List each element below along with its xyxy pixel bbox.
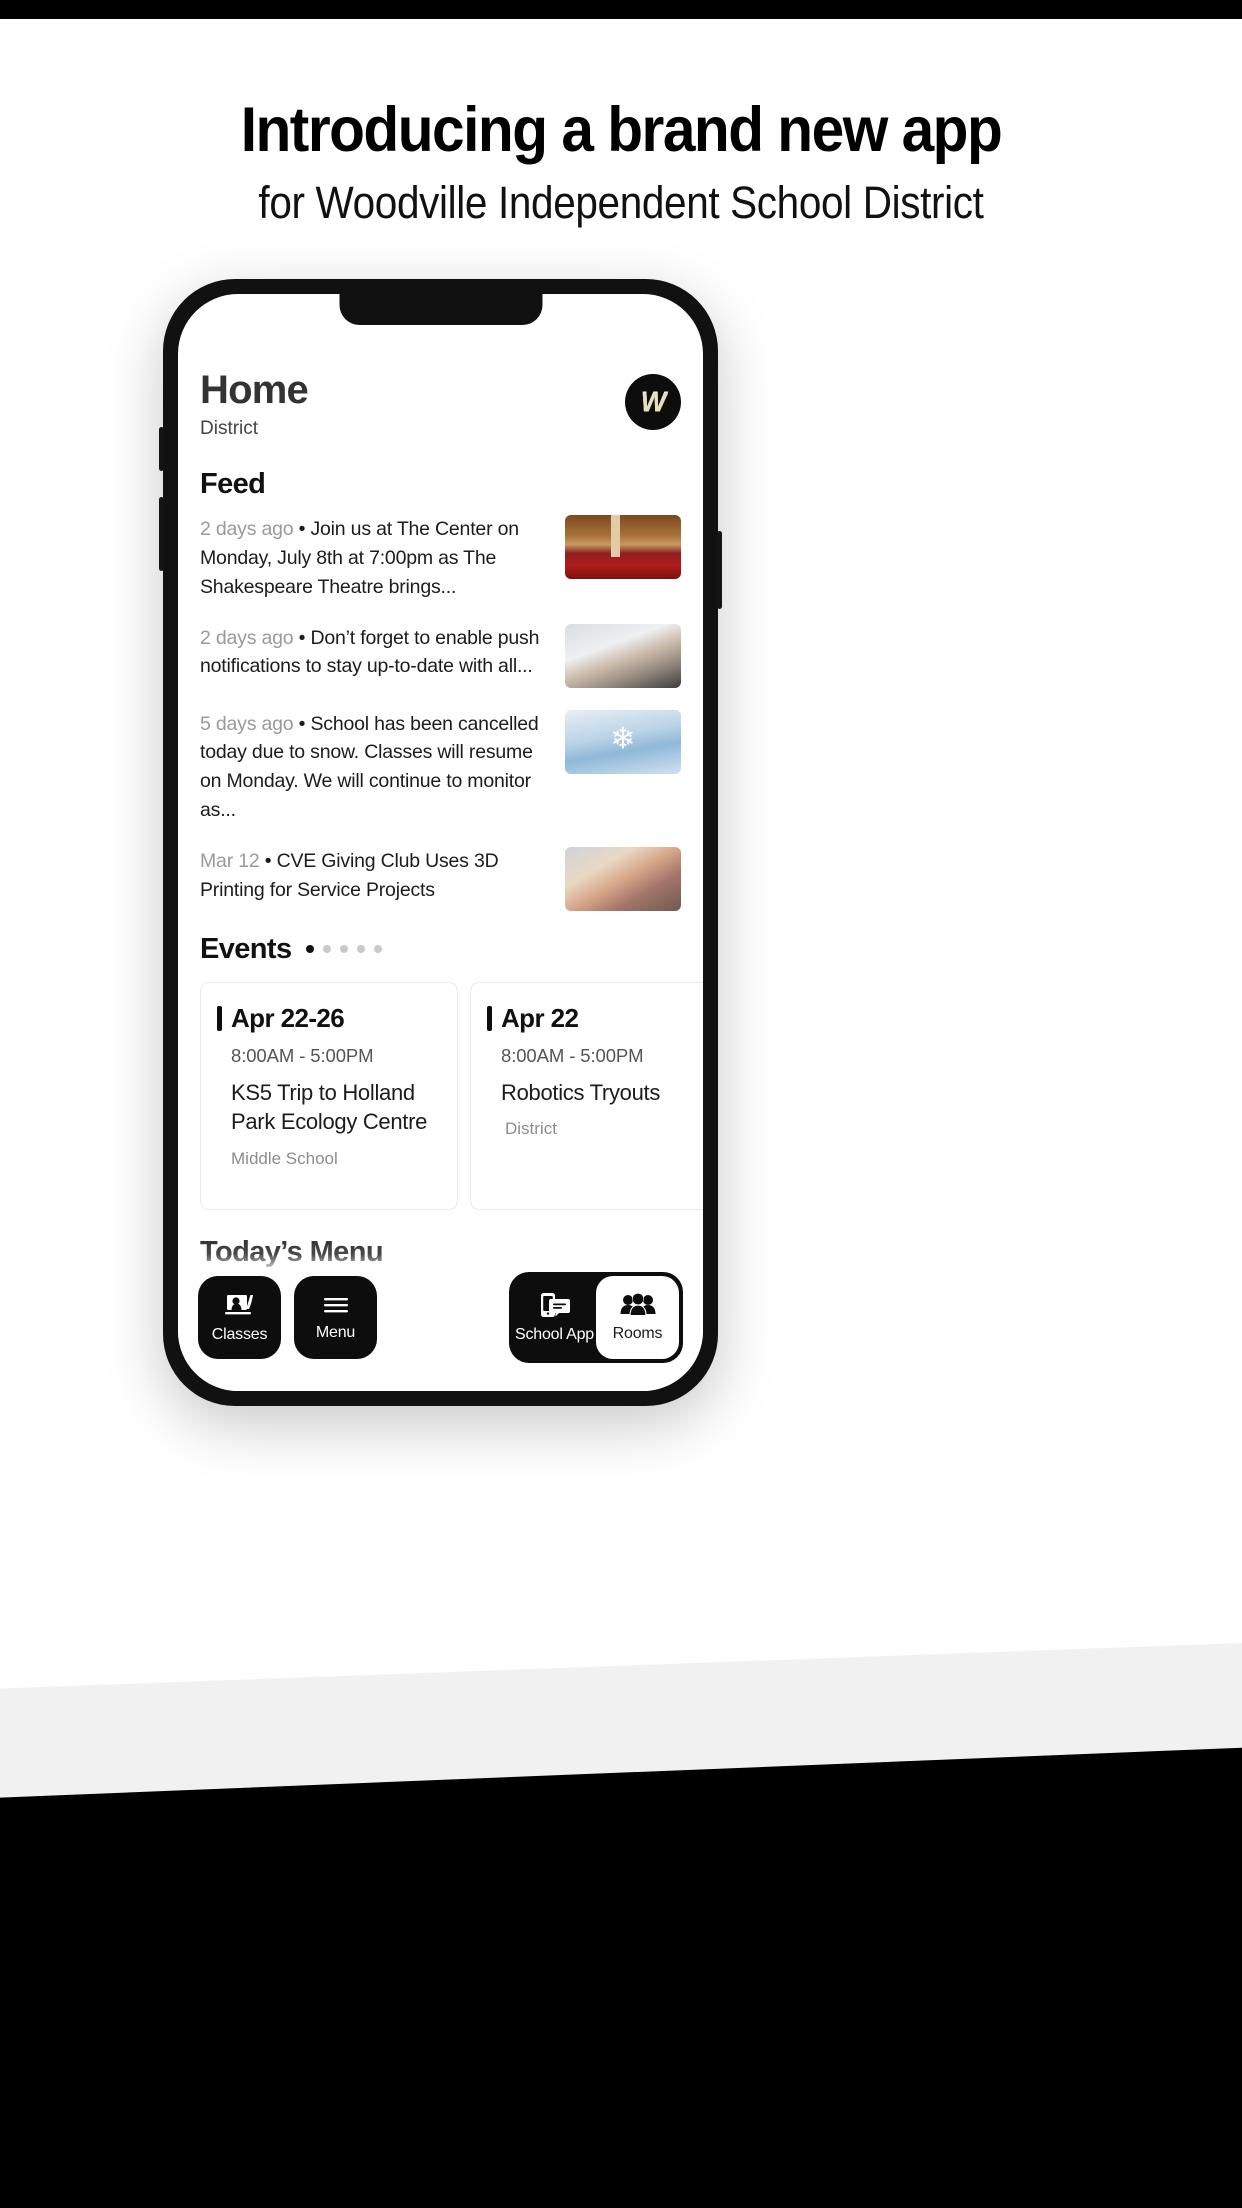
hamburger-menu-icon <box>321 1293 351 1317</box>
promo-subheadline: for Woodville Independent School Distric… <box>258 177 984 228</box>
nav-group-right: School App Rooms <box>509 1271 683 1363</box>
phone-screen: Home District W Feed 2 days ago • Join u… <box>178 294 703 1391</box>
app-content: Home District W Feed 2 days ago • Join u… <box>178 294 703 1391</box>
events-pager[interactable] <box>305 944 382 955</box>
event-date-row: Apr 22 <box>487 1003 703 1034</box>
event-name: Robotics Tryouts <box>501 1080 661 1106</box>
nav-button-school-app[interactable]: School App <box>513 1275 596 1359</box>
snowflake-mittens-thumbnail <box>565 709 681 774</box>
event-card[interactable]: Apr 22 8:00AM - 5:00PM Robotics Tryouts … <box>470 982 703 1211</box>
classroom-students-thumbnail <box>565 847 681 912</box>
event-accent-bar-icon <box>217 1006 222 1032</box>
event-name: KS5 Trip to Holland Park Ecology Centre <box>231 1080 428 1135</box>
events-section-title: Events <box>200 933 292 966</box>
pager-dot[interactable] <box>356 944 365 953</box>
phone-power-button <box>717 531 722 609</box>
phone-chat-icon <box>537 1291 573 1319</box>
feed-item[interactable]: 2 days ago • Join us at The Center on Mo… <box>200 515 681 602</box>
events-header: Events <box>200 933 681 966</box>
event-card[interactable]: Apr 22-26 8:00AM - 5:00PM KS5 Trip to Ho… <box>200 982 458 1211</box>
event-date-row: Apr 22-26 <box>217 1003 441 1034</box>
district-logo-icon[interactable]: W <box>625 374 681 430</box>
nav-button-rooms[interactable]: Rooms <box>596 1275 679 1359</box>
feed-item-separator: • <box>264 850 272 873</box>
feed-item[interactable]: 2 days ago • Don’t forget to enable push… <box>200 623 681 688</box>
nav-button-menu[interactable]: Menu <box>294 1275 377 1359</box>
nav-label: Rooms <box>612 1324 663 1342</box>
event-date: Apr 22-26 <box>231 1003 345 1034</box>
feed-item-time: 5 days ago <box>200 712 294 735</box>
top-letterbox-bar <box>0 0 1242 19</box>
events-carousel[interactable]: Apr 22-26 8:00AM - 5:00PM KS5 Trip to Ho… <box>200 982 703 1211</box>
phone-mockup: Home District W Feed 2 days ago • Join u… <box>159 279 722 1406</box>
event-date: Apr 22 <box>501 1003 579 1034</box>
page-title-block: Home District <box>200 368 309 440</box>
feed-item-separator: • <box>298 626 306 649</box>
nav-button-classes[interactable]: Classes <box>198 1275 281 1359</box>
feed-item-text: Mar 12 • CVE Giving Club Uses 3D Printin… <box>200 847 553 905</box>
promo-screenshot: Introducing a brand new app for Woodvill… <box>0 0 1242 2208</box>
bottom-letterbox-bar <box>0 2190 1242 2208</box>
feed-item-text: 2 days ago • Don’t forget to enable push… <box>200 624 553 682</box>
event-org: Middle School <box>231 1148 338 1168</box>
background-black-base <box>0 2058 1242 2208</box>
feed-item-separator: • <box>298 518 306 540</box>
pager-dot[interactable] <box>373 944 382 953</box>
feed-item-time: Mar 12 <box>200 850 260 873</box>
pager-dot[interactable] <box>322 944 331 953</box>
logo-letter: W <box>640 386 667 417</box>
nav-group-left: Classes Menu <box>198 1275 377 1359</box>
app-header: Home District W <box>200 370 681 440</box>
promo-headline: Introducing a brand new app <box>240 95 1003 165</box>
event-time: 8:00AM - 5:00PM <box>501 1045 644 1067</box>
hands-phone-laptop-thumbnail <box>565 623 681 688</box>
nav-label: Menu <box>315 1323 356 1341</box>
nav-label: Classes <box>211 1325 268 1343</box>
feed-list: 2 days ago • Join us at The Center on Mo… <box>200 515 681 912</box>
event-org: District <box>505 1119 557 1139</box>
feed-item-text: 5 days ago • School has been cancelled t… <box>200 710 553 825</box>
theatre-seats-thumbnail <box>565 515 681 579</box>
phone-notch <box>339 294 542 325</box>
classroom-desk-icon <box>223 1291 257 1319</box>
event-accent-bar-icon <box>487 1006 492 1032</box>
nav-label: School App <box>515 1325 594 1343</box>
people-group-icon <box>620 1292 656 1318</box>
event-time: 8:00AM - 5:00PM <box>231 1045 374 1067</box>
feed-item-separator: • <box>298 712 306 735</box>
feed-item[interactable]: Mar 12 • CVE Giving Club Uses 3D Printin… <box>200 847 681 912</box>
bottom-navigation-bar: Classes Menu School App Rooms <box>178 1265 703 1391</box>
feed-item-time: 2 days ago <box>200 518 294 540</box>
pager-dot[interactable] <box>339 944 348 953</box>
feed-item[interactable]: 5 days ago • School has been cancelled t… <box>200 709 681 825</box>
feed-item-time: 2 days ago <box>200 626 294 649</box>
feed-section-title: Feed <box>200 468 266 500</box>
pager-dot-active[interactable] <box>305 944 314 953</box>
feed-item-text: 2 days ago • Join us at The Center on Mo… <box>200 515 553 602</box>
page-subtitle: District <box>200 418 259 439</box>
page-title: Home <box>200 368 309 412</box>
